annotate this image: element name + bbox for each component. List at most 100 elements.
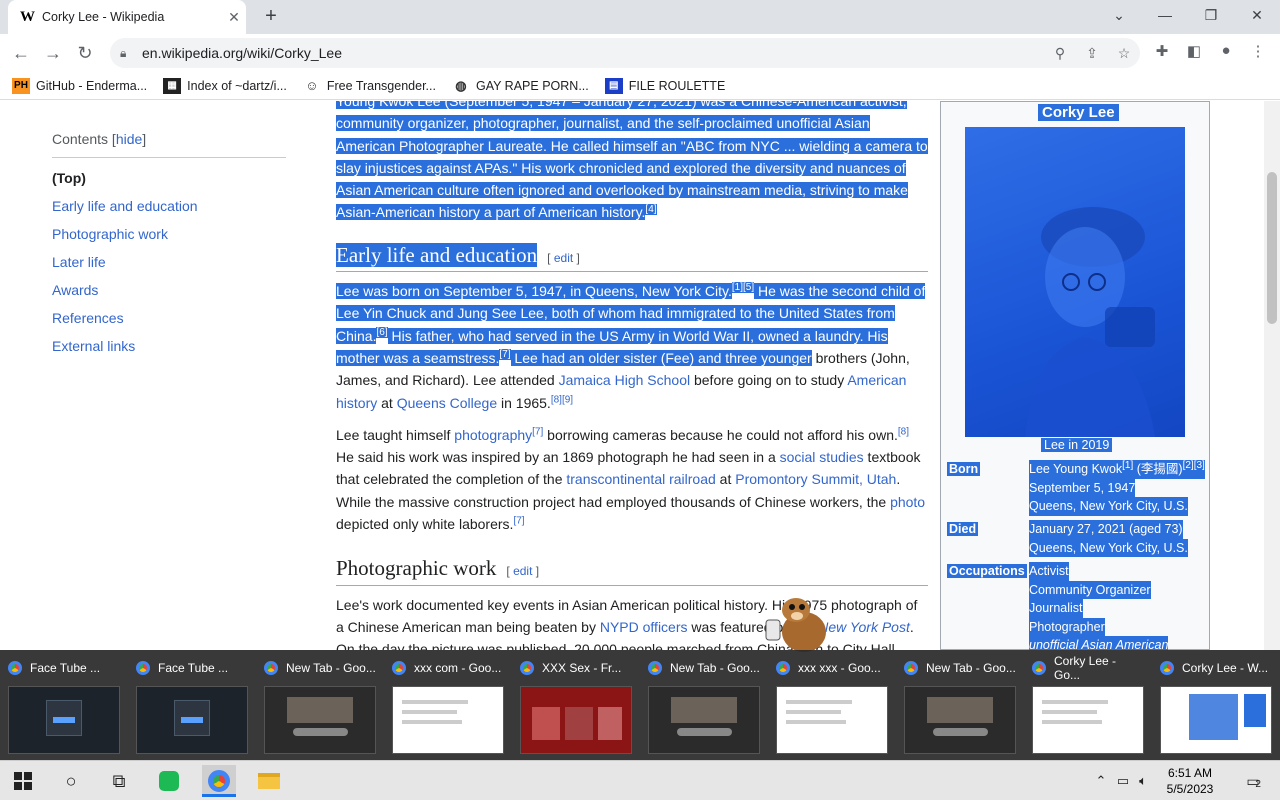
ref-link[interactable]: [1]: [1122, 460, 1133, 471]
thumbnail-title-row: Corky Lee - W...: [1160, 656, 1272, 680]
url-text[interactable]: en.wikipedia.org/wiki/Corky_Lee: [142, 45, 1044, 61]
link-photo[interactable]: photo: [890, 494, 925, 510]
scrollbar-thumb[interactable]: [1267, 172, 1277, 324]
address-bar[interactable]: 🔒︎ en.wikipedia.org/wiki/Corky_Lee ⚲ ⇪ ☆: [110, 38, 1140, 68]
link-social-studies[interactable]: social studies: [780, 449, 864, 465]
clock-time: 6:51 AM: [1167, 766, 1213, 780]
ref-link[interactable]: [7]: [499, 349, 511, 361]
tab-search-icon[interactable]: ⌄: [1104, 4, 1134, 28]
new-tab-button[interactable]: +: [258, 4, 284, 30]
system-clock[interactable]: 6:51 AM 5/5/2023: [1150, 765, 1230, 797]
toc-item-top[interactable]: (Top): [52, 164, 286, 192]
edit-link[interactable]: edit: [554, 251, 573, 265]
edit-link[interactable]: edit: [513, 564, 532, 578]
window-thumbnail[interactable]: Corky Lee - Go...: [1024, 650, 1152, 760]
bookmarks-bar: PH GitHub - Enderma... ▦ Index of ~dartz…: [0, 72, 1280, 100]
chrome-icon: [264, 661, 278, 675]
file-explorer-icon[interactable]: [252, 765, 286, 797]
link-photography[interactable]: photography: [454, 427, 532, 443]
menu-kebab-icon[interactable]: ⋮: [1246, 42, 1270, 64]
ref-link[interactable]: [7]: [513, 515, 524, 526]
toc-header: Contents [hide]: [52, 131, 286, 158]
died-place: Queens, New York City, U.S.: [1029, 538, 1188, 557]
born-name: Lee Young Kwok: [1029, 462, 1123, 476]
close-tab-icon[interactable]: ✕: [222, 9, 246, 26]
side-panel-icon[interactable]: ◧: [1182, 42, 1206, 64]
thumbnail-title-row: XXX Sex - Fr...: [520, 656, 632, 680]
chrome-taskbar-icon[interactable]: [202, 765, 236, 797]
ref-link[interactable]: [8][9]: [551, 394, 573, 405]
window-thumbnail[interactable]: Corky Lee - W...: [1152, 650, 1280, 760]
window-thumbnail[interactable]: New Tab - Goo...: [640, 650, 768, 760]
bookmark-item[interactable]: ☺ Free Transgender...: [302, 77, 436, 94]
window-thumbnail[interactable]: XXX Sex - Fr...: [512, 650, 640, 760]
toc-item-awards[interactable]: Awards: [52, 276, 286, 304]
toc-hide-link[interactable]: hide: [116, 131, 142, 147]
taskbar-thumbnail-previews: Face Tube ... Face Tube ... New Tab - Goo.…: [0, 650, 1280, 760]
green-app-icon[interactable]: [152, 765, 186, 797]
chrome-icon: [136, 661, 150, 675]
desktop-pet-squirrel-icon[interactable]: [760, 592, 840, 652]
paragraph-early-life-2: Lee taught himself photography[7] borrow…: [336, 424, 928, 535]
born-place: Queens, New York City, U.S.: [1029, 497, 1188, 516]
link-promontory-summit[interactable]: Promontory Summit, Utah: [735, 471, 896, 487]
browser-tab-active[interactable]: W Corky Lee - Wikipedia ✕: [8, 0, 246, 34]
window-thumbnail[interactable]: New Tab - Goo...: [256, 650, 384, 760]
link-jamaica-high-school[interactable]: Jamaica High School: [559, 372, 691, 388]
thumbnail-title: Corky Lee - W...: [1182, 661, 1269, 675]
intro-first-line: Young Kwok Lee (September 5, 1947 – Janu…: [336, 101, 928, 112]
window-thumbnail[interactable]: Face Tube ...: [128, 650, 256, 760]
share-icon[interactable]: ⇪: [1076, 45, 1108, 62]
thumbnail-title: xxx xxx - Goo...: [798, 661, 881, 675]
link-queens-college[interactable]: Queens College: [397, 395, 497, 411]
search-circle-icon[interactable]: ○: [54, 765, 88, 797]
profile-avatar-icon[interactable]: ●: [1214, 42, 1238, 64]
reload-icon[interactable]: ↻: [72, 40, 98, 66]
bookmark-item[interactable]: ▦ Index of ~dartz/i...: [163, 77, 287, 94]
bookmark-item[interactable]: ◍ GAY RAPE PORN...: [451, 77, 589, 94]
link-transcontinental-railroad[interactable]: transcontinental railroad: [566, 471, 715, 487]
ref-link[interactable]: [2][3]: [1183, 460, 1205, 471]
task-view-icon[interactable]: ⧉: [102, 765, 136, 797]
extensions-puzzle-icon[interactable]: ✚: [1150, 42, 1174, 64]
ref-link[interactable]: [1][5]: [731, 282, 755, 294]
occupation-item: Community Organizer: [1029, 580, 1151, 599]
thumbnail-title-row: xxx com - Goo...: [392, 656, 504, 680]
window-thumbnail[interactable]: Face Tube ...: [0, 650, 128, 760]
lock-icon[interactable]: 🔒︎: [120, 46, 142, 61]
intro-text-top: Young Kwok Lee (September 5, 1947 – Janu…: [336, 101, 907, 109]
restore-button[interactable]: ❐: [1196, 4, 1226, 28]
toc-item-external-links[interactable]: External links: [52, 332, 286, 360]
occupation-item: Activist: [1029, 562, 1069, 581]
ref-link[interactable]: [7]: [532, 426, 543, 437]
text-run: He said his work was inspired by an 1869…: [336, 449, 780, 466]
toc-item-photographic-work[interactable]: Photographic work: [52, 220, 286, 248]
toc-item-later-life[interactable]: Later life: [52, 248, 286, 276]
bookmark-star-icon[interactable]: ☆: [1108, 45, 1140, 62]
bookmark-label: FILE ROULETTE: [628, 78, 726, 93]
windows-start-icon[interactable]: [6, 765, 40, 797]
toc-item-early-life[interactable]: Early life and education: [52, 192, 286, 220]
text-run: at: [377, 394, 397, 411]
text-run: Lee had an older sister (Fee) and three …: [510, 349, 812, 366]
born-value: Lee Young Kwok[1] (李揚國)[2][3] September …: [1027, 460, 1207, 516]
notification-count: 2: [1255, 779, 1261, 790]
link-nypd-officers[interactable]: NYPD officers: [600, 619, 688, 635]
search-icon[interactable]: ⚲: [1044, 45, 1076, 62]
toc-item-references[interactable]: References: [52, 304, 286, 332]
ref-4[interactable]: [4]: [645, 203, 657, 215]
portrait-photo[interactable]: [965, 127, 1185, 437]
ref-link[interactable]: [6]: [376, 327, 388, 339]
minimize-button[interactable]: —: [1150, 4, 1180, 28]
window-thumbnail[interactable]: New Tab - Goo...: [896, 650, 1024, 760]
page-viewport: Contents [hide] (Top) Early life and edu…: [0, 101, 1264, 650]
notifications-icon[interactable]: ▭ 2: [1236, 765, 1270, 797]
window-thumbnail[interactable]: xxx xxx - Goo...: [768, 650, 896, 760]
bookmark-item[interactable]: ▤ FILE ROULETTE: [604, 77, 726, 94]
back-arrow-icon[interactable]: ←: [8, 40, 34, 66]
window-thumbnail[interactable]: xxx com - Goo...: [384, 650, 512, 760]
ref-link[interactable]: [8]: [898, 426, 909, 437]
close-window-button[interactable]: ✕: [1242, 4, 1272, 28]
forward-arrow-icon[interactable]: →: [40, 40, 66, 66]
bookmark-item[interactable]: PH GitHub - Enderma...: [12, 77, 147, 94]
